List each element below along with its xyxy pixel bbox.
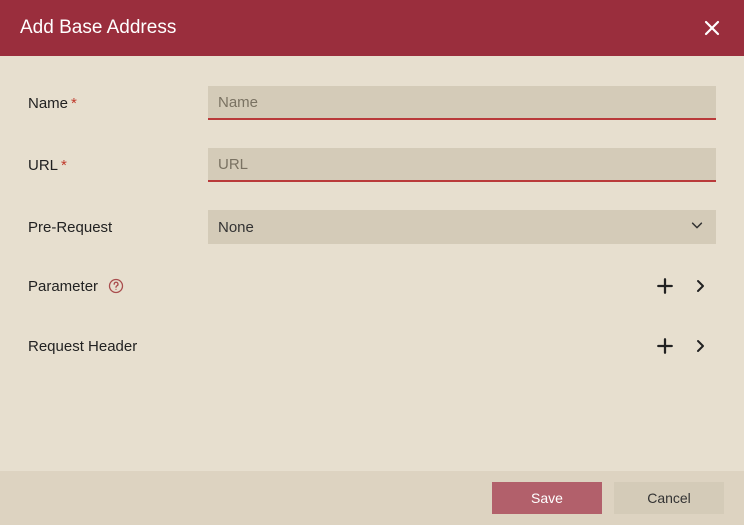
request-header-actions — [656, 337, 716, 355]
dialog-body: Name * URL * Pre-Request None — [0, 56, 744, 360]
save-button[interactable]: Save — [492, 482, 602, 514]
parameter-actions — [656, 277, 716, 295]
field-row-prerequest: Pre-Request None — [28, 210, 716, 244]
required-asterisk: * — [71, 95, 77, 112]
url-label: URL * — [28, 157, 208, 174]
name-label: Name * — [28, 95, 208, 112]
request-header-label: Request Header — [28, 338, 137, 355]
name-control — [208, 86, 716, 120]
field-row-url: URL * — [28, 148, 716, 182]
dialog-footer: Save Cancel — [0, 471, 744, 525]
parameter-label-text: Parameter — [28, 278, 98, 295]
required-asterisk: * — [61, 157, 67, 174]
chevron-right-icon — [692, 338, 708, 354]
plus-icon — [656, 277, 674, 295]
prerequest-label-text: Pre-Request — [28, 219, 112, 236]
parameter-add-button[interactable] — [656, 277, 674, 295]
chevron-right-icon — [692, 278, 708, 294]
url-label-text: URL — [28, 157, 58, 174]
field-row-name: Name * — [28, 86, 716, 120]
prerequest-control: None — [208, 210, 716, 244]
dialog-title: Add Base Address — [20, 17, 176, 39]
chevron-down-icon — [690, 218, 704, 236]
prerequest-label: Pre-Request — [28, 219, 208, 236]
prerequest-selected-value: None — [218, 219, 254, 236]
section-parameter: Parameter — [28, 272, 716, 300]
prerequest-select[interactable]: None — [208, 210, 716, 244]
name-input[interactable] — [208, 86, 716, 120]
request-header-add-button[interactable] — [656, 337, 674, 355]
cancel-button[interactable]: Cancel — [614, 482, 724, 514]
url-input[interactable] — [208, 148, 716, 182]
request-header-label-text: Request Header — [28, 338, 137, 355]
close-button[interactable] — [700, 16, 724, 40]
url-control — [208, 148, 716, 182]
parameter-expand-button[interactable] — [692, 277, 708, 295]
dialog-header: Add Base Address — [0, 0, 744, 56]
request-header-expand-button[interactable] — [692, 337, 708, 355]
section-request-header: Request Header — [28, 332, 716, 360]
plus-icon — [656, 337, 674, 355]
name-label-text: Name — [28, 95, 68, 112]
close-icon — [704, 20, 720, 36]
help-icon[interactable] — [108, 278, 124, 294]
parameter-label: Parameter — [28, 278, 124, 295]
